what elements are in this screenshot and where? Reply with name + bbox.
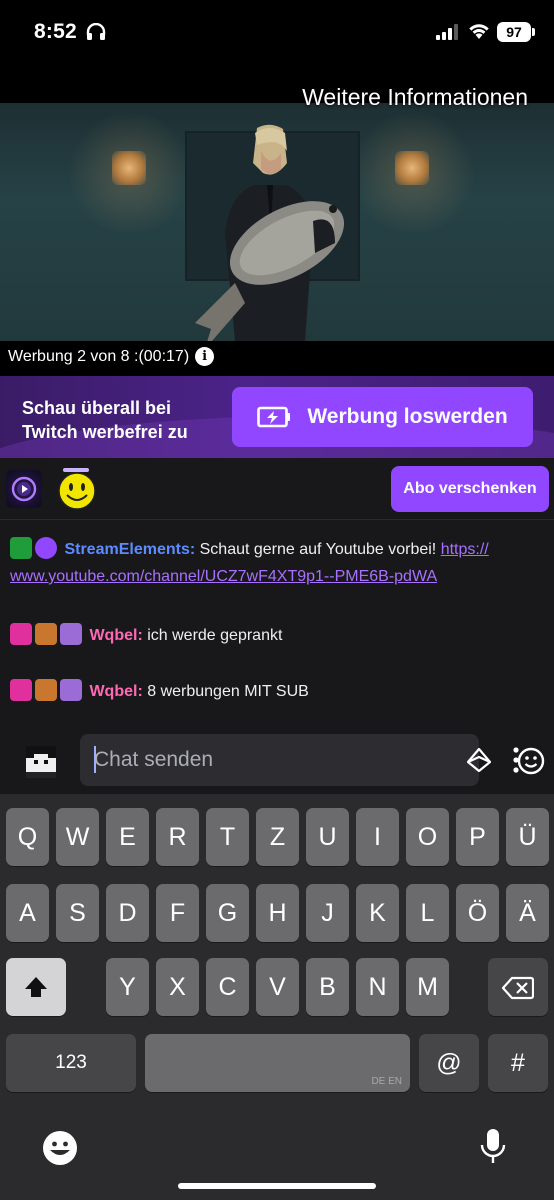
ad-free-promo-banner: Schau überall bei Twitch werbefrei zu We… [0,376,554,458]
video-player[interactable]: Weitere Informationen Werbung 2 von 8 :(… [0,70,554,376]
hype-train-row: Abo verschenken [0,458,554,520]
key-z[interactable]: Z [256,808,299,866]
keyboard-language-label: DE EN [371,1076,402,1087]
more-options-icon[interactable] [510,746,522,774]
gem-badge-icon [10,623,32,645]
backspace-key[interactable] [488,958,548,1016]
backspace-icon [501,976,535,1000]
key-o-umlaut[interactable]: Ö [456,884,499,942]
microphone-icon[interactable] [480,1128,506,1166]
play-circle-icon [11,476,37,502]
info-icon[interactable]: i [195,347,215,366]
more-info-link[interactable]: Weitere Informationen [302,84,528,111]
chat-message: Wqbel: 8 werbungen MIT SUB [10,678,538,705]
ad-video-frame [0,103,554,341]
chat-message: StreamElements: Schaut gerne auf Youtube… [10,536,538,590]
shift-key[interactable] [6,958,66,1016]
year-badge-icon [60,623,82,645]
emoji-keyboard-icon[interactable] [42,1130,78,1166]
chat-message: Wqbel: ich werde geprankt [10,622,538,649]
shift-arrow-icon [25,977,47,997]
key-k[interactable]: K [356,884,399,942]
user-avatar[interactable] [22,742,60,782]
key-p[interactable]: P [456,808,499,866]
key-v[interactable]: V [256,958,299,1016]
key-m[interactable]: M [406,958,449,1016]
ad-counter: Werbung 2 von 8 :(00:17) i [8,347,215,366]
key-e[interactable]: E [106,808,149,866]
key-a-umlaut[interactable]: Ä [506,884,549,942]
key-i[interactable]: I [356,808,399,866]
remove-ads-button-label: Werbung loswerden [307,405,508,428]
headphones-icon [86,23,106,40]
key-w[interactable]: W [56,808,99,866]
key-g[interactable]: G [206,884,249,942]
key-f[interactable]: F [156,884,199,942]
ad-counter-label: Werbung 2 von 8 :(00:17) [8,347,190,365]
key-r[interactable]: R [156,808,199,866]
key-x[interactable]: X [156,958,199,1016]
gem-badge-icon [10,679,32,701]
promo-text-line2: Twitch werbefrei zu [22,422,188,442]
key-c[interactable]: C [206,958,249,1016]
chat-link[interactable]: https:// [441,541,489,558]
chat-username[interactable]: Wqbel: [89,627,142,644]
chat-message-text: 8 werbungen MIT SUB [142,683,309,700]
verified-badge-icon [35,537,57,559]
chat-username[interactable]: Wqbel: [89,683,142,700]
key-l[interactable]: L [406,884,449,942]
cellular-signal-icon [436,24,458,40]
chat-message-list: StreamElements: Schaut gerne auf Youtube… [0,520,554,732]
battery-charge-icon [257,406,291,428]
key-j[interactable]: J [306,884,349,942]
home-indicator[interactable] [178,1183,376,1189]
promo-text: Schau überall bei Twitch werbefrei zu [22,396,188,444]
pixel-avatar-badge-icon [35,679,57,701]
chat-message-text: Schaut gerne auf Youtube vorbei! [195,541,441,558]
sword-badge-icon [10,537,32,559]
hash-key[interactable]: # [488,1034,548,1092]
chat-link[interactable]: www.youtube.com/channel/UCZ7wF4XT9p1--PM… [10,568,437,585]
pixel-avatar-badge-icon [35,623,57,645]
key-n[interactable]: N [356,958,399,1016]
key-a[interactable]: A [6,884,49,942]
promo-text-line1: Schau überall bei [22,398,172,418]
chat-username[interactable]: StreamElements: [64,541,195,558]
key-t[interactable]: T [206,808,249,866]
chat-input[interactable]: Chat senden [80,734,545,786]
key-b[interactable]: B [306,958,349,1016]
key-h[interactable]: H [256,884,299,942]
remove-ads-button[interactable]: Werbung loswerden [232,387,533,447]
year-badge-icon [60,679,82,701]
key-d[interactable]: D [106,884,149,942]
status-bar: 8:52 97 [0,0,554,70]
key-u[interactable]: U [306,808,349,866]
wall-lamp [395,151,429,185]
onscreen-keyboard: Q W E R T Z U I O P Ü A S D F G H J K L … [0,794,554,1200]
gift-sub-button[interactable]: Abo verschenken [391,466,549,512]
numbers-key[interactable]: 123 [6,1034,136,1092]
wifi-icon [469,24,489,39]
chat-message-text: ich werde geprankt [142,627,283,644]
channel-avatar[interactable] [6,470,42,508]
chat-input-row: Chat senden [0,732,554,794]
space-key[interactable]: DE EN [145,1034,410,1092]
chat-input-placeholder: Chat senden [94,746,214,773]
chat-panel: Abo verschenken StreamElements: Schaut g… [0,458,554,794]
key-q[interactable]: Q [6,808,49,866]
at-key[interactable]: @ [419,1034,479,1092]
smiley-avatar[interactable] [57,468,97,510]
key-s[interactable]: S [56,884,99,942]
battery-indicator: 97 [497,22,535,42]
bits-icon[interactable] [467,748,491,772]
key-u-umlaut[interactable]: Ü [506,808,549,866]
status-time: 8:52 [34,20,77,43]
ad-person-with-fish [195,124,345,341]
wall-lamp [112,151,146,185]
key-y[interactable]: Y [106,958,149,1016]
key-o[interactable]: O [406,808,449,866]
